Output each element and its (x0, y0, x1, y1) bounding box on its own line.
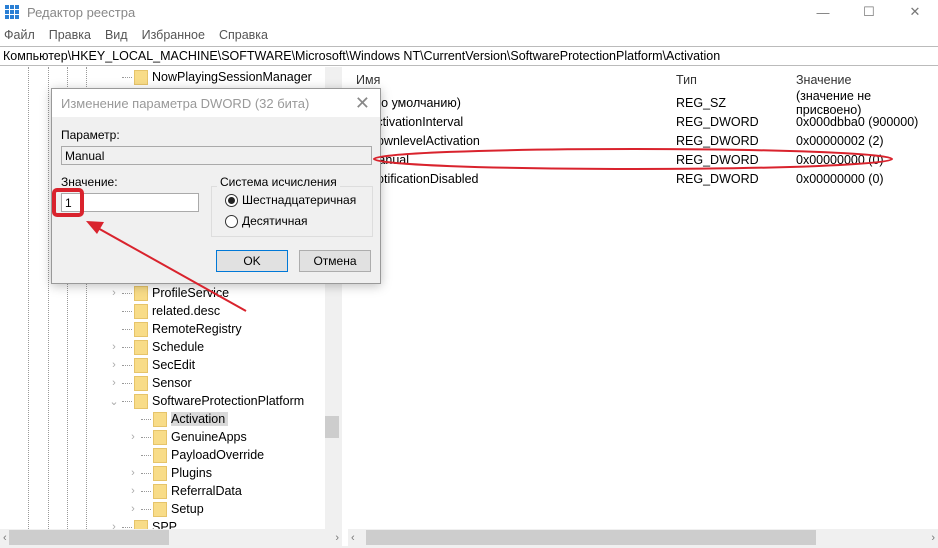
tree-item[interactable]: › GenuineApps (127, 428, 247, 446)
tree-item[interactable]: › Schedule (108, 338, 204, 356)
tree-item[interactable]: › ProfileService (108, 284, 229, 302)
dialog-close-icon[interactable]: ✕ (355, 93, 370, 114)
list-row[interactable]: Manual REG_DWORD 0x00000000 (0) (348, 150, 938, 169)
folder-icon (153, 465, 167, 481)
value-data: 0x000dbba0 (900000) (796, 114, 919, 129)
tree-item[interactable]: related.desc (108, 302, 220, 320)
tree-item[interactable]: PayloadOverride (127, 446, 264, 464)
tree-item[interactable]: RemoteRegistry (108, 320, 242, 338)
menu-edit[interactable]: Правка (49, 28, 91, 42)
expander-icon[interactable]: › (127, 431, 139, 443)
value-data: 0x00000000 (0) (796, 152, 884, 167)
value-name: (По умолчанию) (368, 95, 461, 110)
value-data: 0x00000000 (0) (796, 171, 884, 186)
folder-icon (134, 303, 148, 319)
expander-icon[interactable]: › (108, 287, 120, 299)
ok-button[interactable]: OK (216, 250, 288, 272)
menu-file[interactable]: Файл (4, 28, 35, 42)
hex-radio[interactable]: Шестнадцатеричная (225, 193, 356, 207)
expander-icon[interactable]: › (108, 521, 120, 529)
tree-scroll-thumb[interactable] (325, 416, 339, 438)
dialog-title: Изменение параметра DWORD (32 бита) (61, 95, 310, 111)
menu-help[interactable]: Справка (219, 28, 268, 42)
expander-icon[interactable]: › (127, 467, 139, 479)
value-name: DownlevelActivation (368, 133, 480, 148)
folder-icon (153, 429, 167, 445)
value-input[interactable]: 1 (61, 193, 199, 212)
column-name[interactable]: Имя (356, 73, 380, 87)
tree-item[interactable]: › Sensor (108, 374, 192, 392)
address-bar[interactable]: Компьютер\HKEY_LOCAL_MACHINE\SOFTWARE\Mi… (0, 46, 938, 66)
maximize-button[interactable]: ☐ (846, 0, 892, 24)
folder-icon (134, 519, 148, 529)
folder-icon (153, 501, 167, 517)
list-header: Имя Тип Значение (348, 70, 938, 89)
param-name-field: Manual (61, 146, 372, 165)
value-data: 0x00000002 (2) (796, 133, 884, 148)
folder-icon (153, 483, 167, 499)
folder-icon (134, 321, 148, 337)
close-button[interactable]: ✕ (892, 0, 938, 24)
column-type[interactable]: Тип (676, 73, 697, 87)
tree-item[interactable]: Activation (127, 410, 229, 428)
folder-icon (134, 375, 148, 391)
expander-icon[interactable]: › (127, 503, 139, 515)
expander-icon[interactable]: ⌄ (108, 395, 120, 408)
folder-icon (134, 393, 148, 409)
tree-item[interactable]: › ReferralData (127, 482, 242, 500)
window-title: Редактор реестра (27, 4, 136, 20)
column-value[interactable]: Значение (796, 73, 851, 87)
folder-icon (134, 357, 148, 373)
folder-icon (153, 411, 167, 427)
registry-editor-icon (5, 5, 19, 19)
tree-item[interactable]: › SecEdit (108, 356, 195, 374)
folder-icon (134, 285, 148, 301)
expander-icon[interactable]: › (108, 341, 120, 353)
radio-selected-icon (225, 193, 238, 207)
folder-icon (153, 447, 167, 463)
tree-item[interactable]: › SPP (108, 518, 177, 529)
tree-item[interactable]: › Plugins (127, 464, 212, 482)
menu-view[interactable]: Вид (105, 28, 128, 42)
dec-radio[interactable]: Десятичная (225, 214, 308, 228)
value-label: Значение: (61, 175, 118, 189)
value-name: ActivationInterval (368, 114, 464, 129)
value-name: NotificationDisabled (368, 171, 479, 186)
value-type: REG_DWORD (676, 152, 759, 167)
value-type: REG_DWORD (676, 114, 759, 129)
cancel-button[interactable]: Отмена (299, 250, 371, 272)
title-bar: Редактор реестра — ☐ ✕ (0, 0, 938, 24)
folder-icon (134, 69, 148, 85)
edit-dword-dialog: Изменение параметра DWORD (32 бита) ✕ Пар… (51, 88, 381, 284)
expander-icon[interactable]: › (108, 359, 120, 371)
value-type: REG_DWORD (676, 133, 759, 148)
tree-item[interactable]: › Setup (127, 500, 204, 518)
expander-icon[interactable]: › (108, 377, 120, 389)
menu-bar: Файл Правка Вид Избранное Справка (0, 24, 282, 46)
minimize-button[interactable]: — (800, 0, 846, 24)
radio-empty-icon (225, 214, 238, 228)
list-hscroll-thumb[interactable] (366, 530, 816, 545)
list-row[interactable]: ActivationInterval REG_DWORD 0x000dbba0 (9… (348, 112, 938, 131)
base-label: Система исчисления (217, 175, 340, 189)
value-type: REG_DWORD (676, 171, 759, 186)
tree-item[interactable]: NowPlayingSessionManager (120, 68, 312, 86)
expander-icon[interactable]: › (127, 485, 139, 497)
list-row[interactable]: (По умолчанию) REG_SZ (значение не присвое… (348, 89, 938, 117)
tree-item[interactable]: ⌄ SoftwareProtectionPlatform (108, 392, 304, 410)
list-row[interactable]: NotificationDisabled REG_DWORD 0x00000000 … (348, 169, 938, 188)
tree-hscroll-thumb[interactable] (9, 530, 169, 545)
param-label: Параметр: (61, 128, 120, 142)
list-row[interactable]: DownlevelActivation REG_DWORD 0x00000002 (… (348, 131, 938, 150)
value-type: REG_SZ (676, 95, 727, 110)
values-list: Имя Тип Значение (По умолчанию) REG_SZ (зн… (348, 67, 938, 529)
menu-favorites[interactable]: Избранное (142, 28, 205, 42)
folder-icon (134, 339, 148, 355)
